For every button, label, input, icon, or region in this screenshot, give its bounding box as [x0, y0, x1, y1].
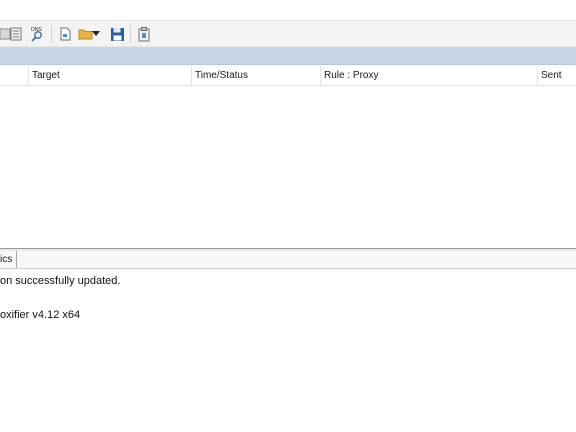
clipboard-icon[interactable] [135, 25, 153, 43]
toolbar-separator [130, 25, 131, 43]
toolbar-separator [51, 25, 52, 43]
column-header-time-status[interactable]: Time/Status [192, 66, 320, 85]
dns-icon[interactable]: DNS [28, 25, 46, 43]
dropdown-arrow-icon[interactable] [90, 25, 102, 43]
tab-statistics[interactable]: ics [0, 251, 17, 268]
log-line: oxifier v4.12 x64 [0, 309, 81, 321]
connections-list[interactable] [0, 86, 576, 248]
connections-column-header: Target Time/Status Rule : Proxy Sent [0, 66, 576, 86]
column-header-target[interactable]: Target [29, 66, 191, 85]
save-icon[interactable] [108, 25, 126, 43]
proxifier-window: DNS Target Time/Status Rule: Proxy Sent… [0, 0, 576, 432]
new-profile-icon[interactable] [56, 25, 74, 43]
bottom-tabs: ics [0, 251, 576, 269]
title-bar [0, 0, 576, 20]
log-line: on successfully updated. [0, 275, 121, 287]
connections-pane-header-bar [0, 47, 576, 65]
toolbar: DNS [0, 20, 576, 47]
column-header-sent[interactable]: Sent [538, 66, 576, 85]
log-pane: on successfully updated. oxifier v4.12 x… [0, 270, 576, 432]
log-icon[interactable] [7, 25, 25, 43]
column-header-application[interactable] [0, 66, 28, 85]
column-header-rule-proxy[interactable]: Rule : Proxy [321, 66, 537, 85]
